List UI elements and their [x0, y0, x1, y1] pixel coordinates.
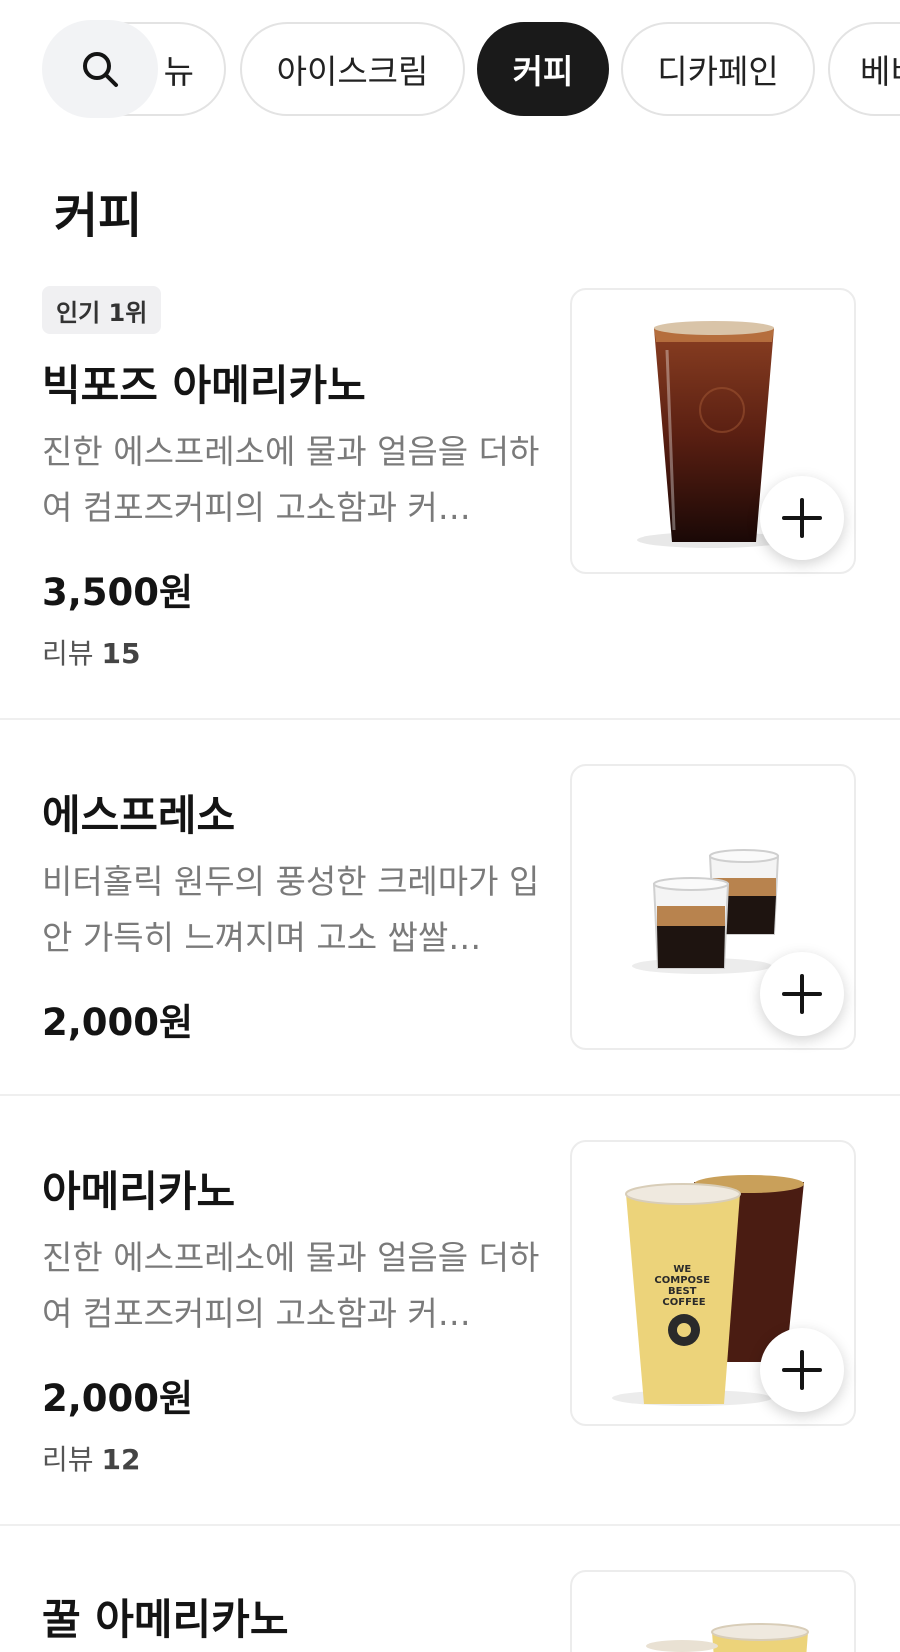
item-description: 진한 에스프레소에 물과 얼음을 더하여 컴포즈커피의 고소함과 커…	[42, 432, 540, 527]
item-name: 에스프레소	[42, 791, 236, 840]
section-title: 커피	[54, 188, 143, 244]
divider	[0, 1524, 900, 1526]
review-count: 15	[101, 637, 141, 670]
divider	[0, 1094, 900, 1096]
item-price: 3,500원	[42, 571, 194, 614]
item-review: 리뷰 15	[42, 632, 141, 672]
popularity-badge: 인기 1위	[42, 286, 162, 334]
add-to-cart-button[interactable]	[760, 1328, 844, 1412]
plus-icon	[782, 498, 822, 538]
item-price: 2,000원	[42, 1377, 194, 1420]
item-name: 꿀 아메리카노	[42, 1595, 289, 1644]
tab-ice-cream[interactable]: 아이스크림	[240, 22, 465, 116]
item-description: 진한 에스프레소에 물과 얼음을 더하여 컴포즈커피의 고소함과 커…	[42, 1238, 540, 1333]
review-label: 리뷰	[42, 1443, 94, 1476]
plus-icon	[782, 974, 822, 1014]
divider	[0, 718, 900, 720]
honey-americano-icon	[646, 1623, 809, 1652]
review-label: 리뷰	[42, 637, 94, 670]
tab-beverage[interactable]: 베비	[828, 22, 900, 116]
review-count: 12	[101, 1443, 141, 1476]
search-button[interactable]	[42, 20, 158, 118]
item-description: 비터홀릭 원두의 풍성한 크레마가 입안 가득히 느껴지며 고소 쌉쌀…	[42, 862, 540, 957]
tab-decaf[interactable]: 디카페인	[621, 22, 815, 116]
plus-icon	[782, 1350, 822, 1390]
item-image[interactable]	[570, 1570, 856, 1652]
search-icon	[83, 52, 118, 87]
tab-coffee[interactable]: 커피	[477, 22, 609, 116]
add-to-cart-button[interactable]	[760, 476, 844, 560]
item-name: 아메리카노	[42, 1167, 236, 1216]
category-tab-bar: 뉴 아이스크림 커피 디카페인 베비	[0, 20, 900, 118]
item-price: 2,000원	[42, 1001, 194, 1044]
add-to-cart-button[interactable]	[760, 952, 844, 1036]
item-name: 빅포즈 아메리카노	[42, 361, 366, 410]
item-review: 리뷰 12	[42, 1438, 141, 1478]
